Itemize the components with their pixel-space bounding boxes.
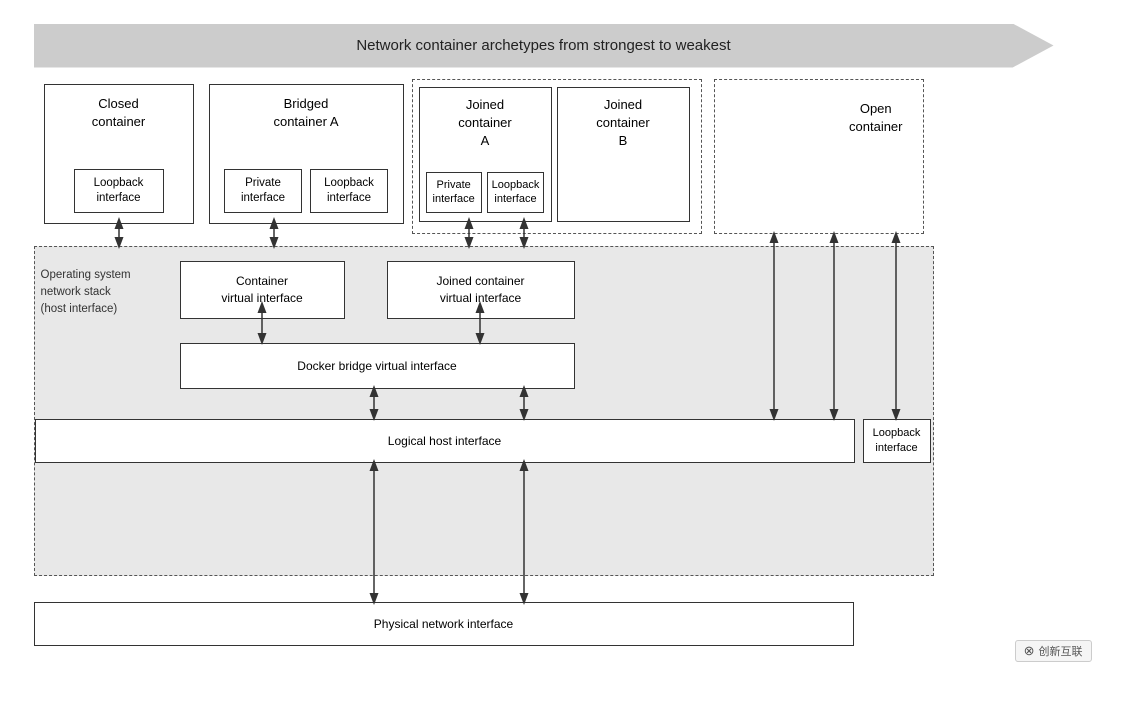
bridged-container-a: Bridgedcontainer A Privateinterface Loop… [209, 84, 404, 224]
joined-a-ifaces: Privateinterface Loopbackinterface [426, 172, 545, 213]
closed-container: Closedcontainer Loopbackinterface [44, 84, 194, 224]
joined-virt-iface: Joined containervirtual interface [387, 261, 575, 319]
watermark-text: 创新互联 [1039, 643, 1083, 659]
open-container: Opencontainer [714, 79, 924, 234]
joined-container-a: JoinedcontainerA Privateinterface Loopba… [419, 87, 552, 222]
joined-container-b: JoinedcontainerB [557, 87, 690, 222]
bridged-container-title: Bridgedcontainer A [273, 95, 338, 131]
physical-iface: Physical network interface [34, 602, 854, 646]
bridged-loopback-iface: Loopbackinterface [310, 169, 388, 213]
host-loopback-iface: Loopbackinterface [863, 419, 931, 463]
joined-a-loopback-iface: Loopbackinterface [487, 172, 545, 213]
bridged-ifaces: Privateinterface Loopbackinterface [224, 169, 388, 213]
diagram-wrapper: Network container archetypes from strong… [24, 14, 1124, 694]
bridged-private-iface: Privateinterface [224, 169, 302, 213]
os-label: Operating systemnetwork stack(host inter… [41, 267, 156, 319]
closed-loopback-iface: Loopbackinterface [74, 169, 164, 213]
arrow-banner: Network container archetypes from strong… [34, 24, 1054, 68]
logical-host-iface: Logical host interface [35, 419, 855, 463]
joined-a-private-iface: Privateinterface [426, 172, 482, 213]
network-stack: Operating systemnetwork stack(host inter… [34, 246, 934, 576]
closed-container-title: Closedcontainer [92, 95, 145, 131]
joined-a-title: JoinedcontainerA [458, 96, 511, 151]
container-virt-iface: Containervirtual interface [180, 261, 345, 319]
joined-b-title: JoinedcontainerB [596, 96, 649, 151]
docker-bridge-iface: Docker bridge virtual interface [180, 343, 575, 389]
open-container-title: Opencontainer [849, 100, 902, 136]
arrow-label: Network container archetypes from strong… [356, 37, 730, 54]
diagram: Network container archetypes from strong… [34, 24, 1094, 664]
watermark: ⊗ 创新互联 [1015, 640, 1092, 662]
